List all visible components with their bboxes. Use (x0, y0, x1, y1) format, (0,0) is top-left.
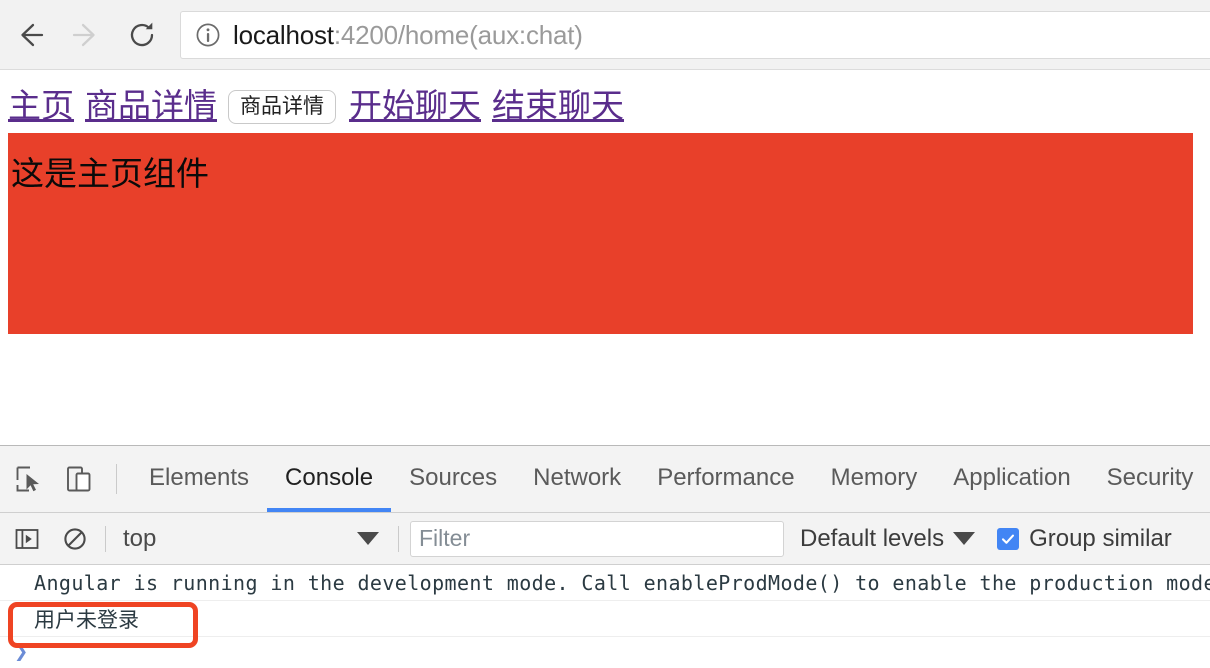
device-toolbar-button[interactable] (56, 456, 102, 502)
devtools-panel: Elements Console Sources Network Perform… (0, 445, 1210, 668)
reload-icon (130, 22, 154, 47)
tab-memory[interactable]: Memory (813, 446, 936, 512)
check-icon (1002, 534, 1015, 544)
console-message-text: Angular is running in the development mo… (34, 570, 1210, 595)
console-message-row[interactable]: 用户未登录 (0, 601, 1210, 637)
log-levels-selector[interactable]: Default levels (800, 525, 983, 553)
arrow-left-icon (21, 23, 44, 47)
tab-security[interactable]: Security (1089, 446, 1210, 512)
chevron-down-icon (953, 532, 976, 545)
nav-link-start-chat[interactable]: 开始聊天 (349, 91, 481, 124)
omnibox-host: localhost (233, 19, 334, 50)
console-message-row[interactable]: Angular is running in the development mo… (0, 565, 1210, 601)
arrow-right-icon (72, 23, 95, 47)
console-context-label: top (123, 524, 157, 552)
console-message-text: 用户未登录 (34, 607, 139, 632)
tab-sources[interactable]: Sources (391, 446, 515, 512)
inspect-cursor-icon (16, 466, 39, 492)
console-toolbar: top Default levels Group similar (0, 513, 1210, 565)
omnibox-url-text: localhost:4200/home(aux:chat) (233, 20, 583, 51)
log-levels-label: Default levels (800, 524, 945, 552)
console-sidebar-icon (15, 528, 39, 549)
group-similar-label: Group similar (1029, 524, 1172, 552)
console-toolbar-divider-1 (105, 525, 106, 552)
group-similar-toggle[interactable]: Group similar (997, 525, 1172, 553)
forward-button[interactable] (64, 13, 108, 57)
console-prompt-row[interactable]: ❯ (0, 637, 1210, 667)
product-detail-button[interactable]: 商品详情 (228, 90, 336, 124)
tab-performance[interactable]: Performance (639, 446, 812, 512)
toolbar-divider (116, 464, 117, 494)
console-message-list: Angular is running in the development mo… (0, 565, 1210, 668)
console-prompt-caret-icon: ❯ (14, 642, 29, 662)
device-toolbar-icon (67, 466, 91, 492)
page-viewport: 主页 商品详情 商品详情 开始聊天 结束聊天 这是主页组件 (0, 70, 1210, 445)
info-circle-icon[interactable] (195, 22, 221, 48)
reload-button[interactable] (120, 13, 164, 57)
chevron-down-icon (357, 532, 379, 545)
home-component-text: 这是主页组件 (11, 157, 209, 193)
tab-network[interactable]: Network (515, 446, 639, 512)
omnibox[interactable]: localhost:4200/home(aux:chat) (180, 11, 1210, 59)
back-button[interactable] (8, 13, 52, 57)
clear-console-icon (64, 527, 86, 550)
nav-link-home[interactable]: 主页 (8, 91, 74, 124)
app-navigation: 主页 商品详情 商品详情 开始聊天 结束聊天 (8, 90, 635, 131)
console-toolbar-divider-2 (398, 525, 399, 552)
devtools-tab-bar: Elements Console Sources Network Perform… (0, 446, 1210, 513)
tab-elements[interactable]: Elements (131, 446, 267, 512)
clear-console-button[interactable] (56, 520, 94, 558)
console-context-selector[interactable]: top (117, 521, 387, 557)
inspect-element-button[interactable] (6, 456, 52, 502)
console-filter-input[interactable] (410, 520, 784, 557)
console-sidebar-button[interactable] (8, 520, 46, 558)
home-component-banner: 这是主页组件 (8, 133, 1193, 334)
omnibox-path: :4200/home(aux:chat) (333, 19, 583, 50)
browser-chrome: localhost:4200/home(aux:chat) (0, 0, 1210, 70)
nav-link-product-detail[interactable]: 商品详情 (85, 91, 217, 124)
nav-link-end-chat[interactable]: 结束聊天 (492, 91, 624, 124)
group-similar-checkbox[interactable] (997, 527, 1020, 550)
tab-console[interactable]: Console (267, 446, 392, 512)
tab-application[interactable]: Application (935, 446, 1088, 512)
